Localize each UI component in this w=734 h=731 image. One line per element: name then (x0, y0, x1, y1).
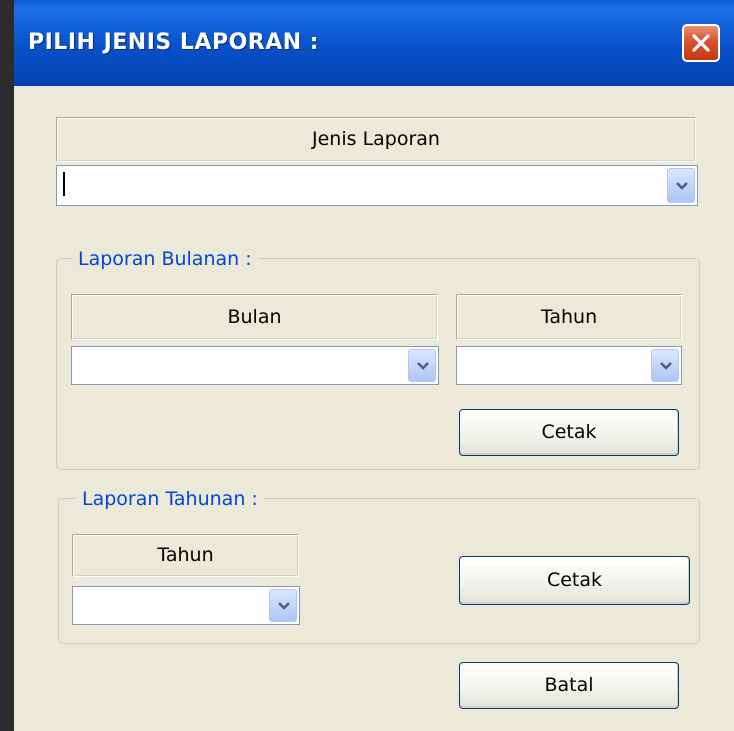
cetak-bulanan-button[interactable]: Cetak (459, 409, 679, 456)
bulan-combo[interactable] (71, 346, 439, 385)
batal-button-label: Batal (544, 674, 594, 696)
close-button[interactable] (682, 24, 720, 62)
close-icon (692, 34, 710, 52)
tahun-combo-tahunan[interactable] (72, 586, 300, 625)
tahun-label-tahunan-text: Tahun (157, 544, 214, 566)
chevron-down-icon (278, 601, 290, 610)
bulan-label: Bulan (71, 294, 438, 340)
tahun-combo-bulanan[interactable] (456, 346, 682, 385)
tahun-label-tahunan: Tahun (72, 534, 299, 577)
jenis-laporan-label: Jenis Laporan (56, 117, 696, 162)
window-title: PILIH JENIS LAPORAN : (28, 30, 320, 55)
bulan-dropdown-button[interactable] (408, 349, 436, 382)
batal-button[interactable]: Batal (459, 662, 679, 709)
jenis-laporan-combo[interactable] (56, 165, 698, 206)
dialog-window: PILIH JENIS LAPORAN : Jenis Laporan Lapo… (14, 0, 734, 731)
tahun-tahunan-dropdown-button[interactable] (269, 589, 297, 622)
cetak-bulanan-button-label: Cetak (541, 421, 597, 443)
title-bar[interactable]: PILIH JENIS LAPORAN : (14, 0, 734, 86)
bulan-label-text: Bulan (227, 306, 282, 328)
chevron-down-icon (660, 361, 672, 370)
cetak-tahunan-button-label: Cetak (546, 569, 603, 591)
cetak-tahunan-button[interactable]: Cetak (459, 556, 690, 605)
laporan-bulanan-legend: Laporan Bulanan : (72, 248, 258, 270)
laporan-tahunan-legend: Laporan Tahunan : (76, 488, 264, 510)
tahun-label-bulanan-text: Tahun (540, 306, 598, 328)
jenis-laporan-label-text: Jenis Laporan (312, 128, 440, 150)
jenis-laporan-dropdown-button[interactable] (667, 168, 695, 203)
text-cursor (63, 172, 65, 196)
tahun-bulanan-dropdown-button[interactable] (651, 349, 679, 382)
tahun-label-bulanan: Tahun (456, 294, 682, 340)
chevron-down-icon (676, 181, 688, 190)
chevron-down-icon (417, 361, 429, 370)
